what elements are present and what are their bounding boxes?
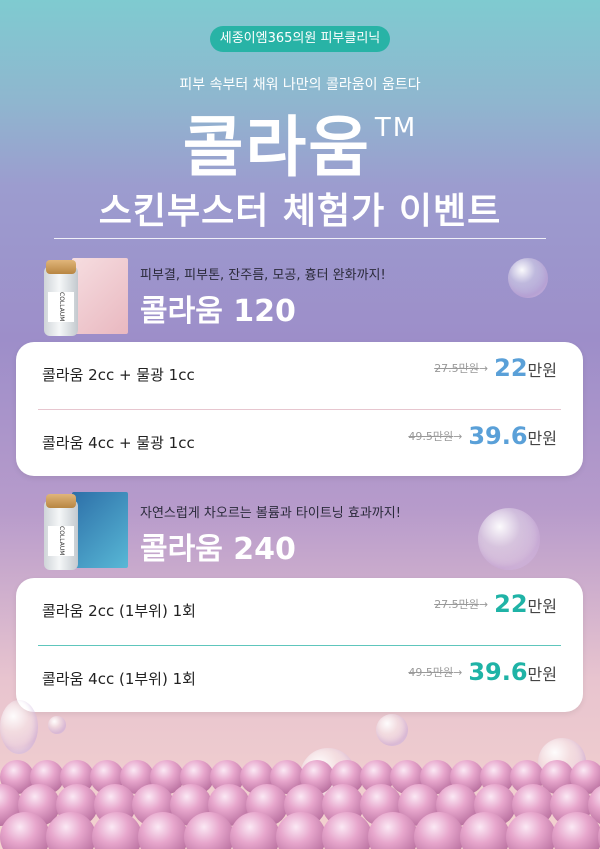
arrow-icon: → [478, 362, 489, 375]
product-name: 콜라움 240 [140, 532, 296, 567]
option-label: 콜라움 2cc (1부위) 1회 [42, 602, 196, 620]
brand-name: 콜라움 [182, 109, 371, 186]
price-unit: 만원 [527, 597, 557, 616]
vial-label: COLLAUM [48, 292, 74, 322]
option-label: 콜라움 4cc + 물광 1cc [42, 434, 195, 452]
bubble-decoration [478, 508, 540, 570]
vial: COLLAUM [44, 494, 78, 570]
sale-price: 22 [494, 354, 528, 382]
option-label: 콜라움 2cc + 물광 1cc [42, 366, 195, 384]
arrow-icon: → [453, 430, 463, 443]
product-name: 콜라움 120 [140, 294, 296, 329]
pearl-floor [0, 740, 600, 849]
price-row: 콜라움 2cc + 물광 1cc 27.5만원→ 22만원 [16, 342, 583, 408]
price-group: 27.5만원→ 22만원 [434, 354, 557, 382]
brand-title: 콜라움 TM [0, 94, 600, 190]
bubble-decoration [48, 716, 66, 734]
pearl-decoration [552, 812, 600, 849]
price-row: 콜라움 4cc (1부위) 1회 49.5만원→ 39.6만원 [16, 646, 583, 712]
old-price: 27.5만원 [434, 362, 479, 375]
price-group: 27.5만원→ 22만원 [434, 590, 557, 618]
bubble-decoration [508, 258, 548, 298]
price-unit: 만원 [527, 361, 557, 380]
product-subtitle: 피부결, 피부톤, 잔주름, 모공, 흉터 완화까지! [140, 268, 386, 283]
vial-label: COLLAUM [48, 526, 74, 556]
price-card-240: 콜라움 2cc (1부위) 1회 27.5만원→ 22만원 콜라움 4cc (1부… [16, 578, 583, 712]
tagline: 피부 속부터 채워 나만의 콜라움이 움트다 [179, 77, 421, 93]
price-card-120: 콜라움 2cc + 물광 1cc 27.5만원→ 22만원 콜라움 4cc + 물… [16, 342, 583, 476]
vial: COLLAUM [44, 260, 78, 336]
price-group: 49.5만원→ 39.6만원 [408, 422, 557, 450]
product-box [72, 258, 128, 334]
clinic-badge: 세종이엠365의원 피부클리닉 [210, 26, 390, 52]
product-subtitle: 자연스럽게 차오르는 볼륨과 타이트닝 효과까지! [140, 506, 401, 521]
price-unit: 만원 [527, 429, 557, 448]
product-box [72, 492, 128, 568]
old-price: 27.5만원 [434, 598, 479, 611]
product-image-240: COLLAUM [38, 492, 128, 572]
vial-cap [46, 494, 76, 508]
option-label: 콜라움 4cc (1부위) 1회 [42, 670, 196, 688]
price-group: 49.5만원→ 39.6만원 [408, 658, 557, 686]
arrow-icon: → [453, 666, 463, 679]
title-divider [54, 238, 546, 239]
old-price: 49.5만원 [408, 430, 454, 443]
trademark: TM [374, 113, 418, 143]
vial-cap [46, 260, 76, 274]
sale-price: 39.6 [468, 422, 528, 450]
arrow-icon: → [478, 598, 489, 611]
pearl-decoration [92, 812, 142, 849]
old-price: 49.5만원 [408, 666, 454, 679]
sale-price: 22 [494, 590, 528, 618]
price-row: 콜라움 2cc (1부위) 1회 27.5만원→ 22만원 [16, 578, 583, 644]
event-title: 스킨부스터 체험가 이벤트 [98, 191, 502, 232]
price-row: 콜라움 4cc + 물광 1cc 49.5만원→ 39.6만원 [16, 410, 583, 476]
price-unit: 만원 [527, 665, 557, 684]
product-image-120: COLLAUM [38, 258, 128, 338]
sale-price: 39.6 [468, 658, 528, 686]
